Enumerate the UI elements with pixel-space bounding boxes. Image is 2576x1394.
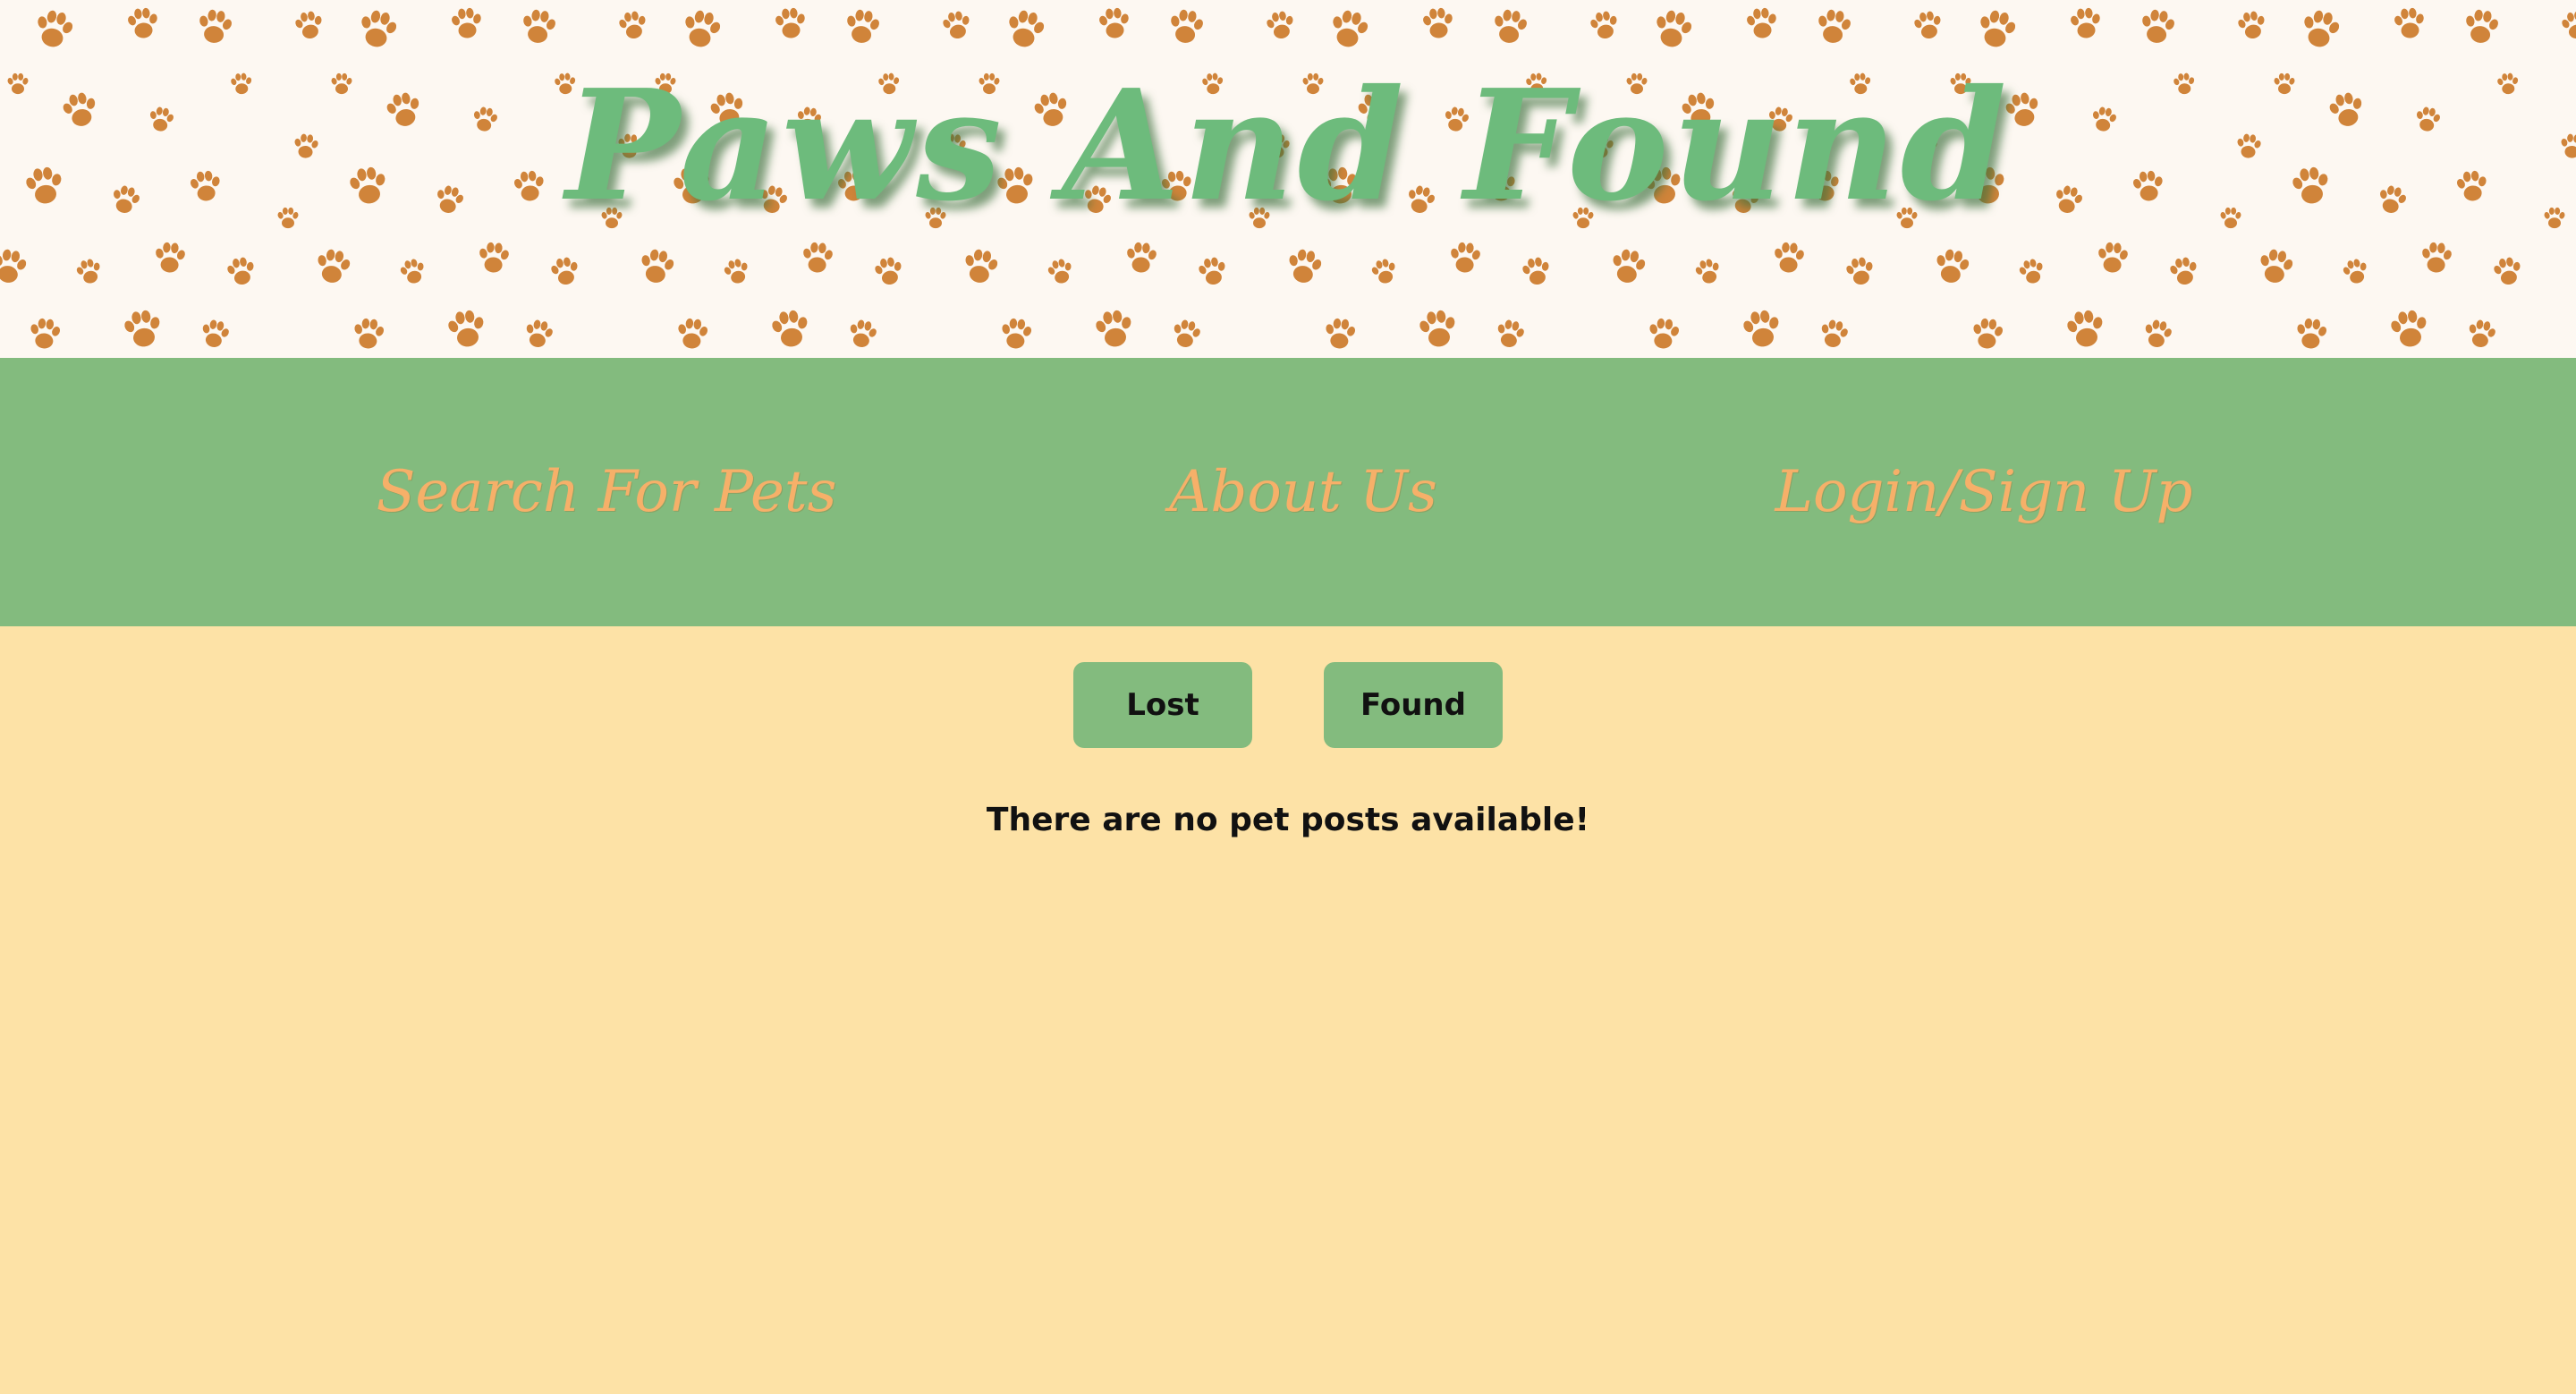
paw-print-icon xyxy=(1493,318,1528,351)
paw-print-icon xyxy=(225,255,258,287)
paw-print-icon xyxy=(940,9,974,41)
paw-print-icon xyxy=(1196,255,1230,287)
paw-print-icon xyxy=(1974,7,2020,51)
paw-print-icon xyxy=(1911,9,1945,41)
paw-print-icon xyxy=(355,7,401,51)
paw-print-icon xyxy=(195,7,235,46)
paw-print-icon xyxy=(1931,247,1972,286)
paw-print-icon xyxy=(2235,9,2269,41)
paw-print-icon xyxy=(1740,308,1784,350)
paw-print-icon xyxy=(1814,7,1854,46)
paw-print-icon xyxy=(2138,7,2178,46)
paw-print-icon xyxy=(1097,6,1132,39)
nav-search-for-pets[interactable]: Search For Pets xyxy=(377,358,837,626)
nav-login-sign-up[interactable]: Login/Sign Up xyxy=(1775,358,2193,626)
paw-print-icon xyxy=(679,7,724,51)
paw-print-icon xyxy=(1650,7,1696,51)
paw-print-icon xyxy=(773,6,809,39)
paw-print-icon xyxy=(1420,6,1456,39)
paw-print-icon xyxy=(2063,308,2107,350)
found-filter-button[interactable]: Found xyxy=(1324,662,1503,748)
paw-print-icon xyxy=(845,318,880,351)
paw-print-icon xyxy=(548,255,582,287)
nav-about-us[interactable]: About Us xyxy=(1169,358,1437,626)
paw-print-icon xyxy=(1045,256,1076,286)
paw-print-icon xyxy=(960,247,1001,286)
paw-print-icon xyxy=(1520,255,1554,287)
paw-print-icon xyxy=(2464,318,2499,351)
lost-filter-button[interactable]: Lost xyxy=(1073,662,1252,748)
paw-print-icon xyxy=(2255,247,2296,286)
main-content: Lost Found There are no pet posts availa… xyxy=(0,626,2576,1394)
paw-print-icon xyxy=(0,247,30,286)
paw-print-icon xyxy=(1284,247,1325,286)
paw-print-icon xyxy=(1166,7,1207,46)
paw-print-icon xyxy=(2419,242,2454,274)
paw-print-icon xyxy=(519,7,559,46)
paw-print-icon xyxy=(674,317,710,351)
paw-print-icon xyxy=(1772,242,1807,274)
paw-print-icon xyxy=(2491,255,2525,287)
paw-print-icon xyxy=(1607,247,1648,286)
paw-print-icon xyxy=(449,6,485,39)
paw-print-icon xyxy=(477,242,512,274)
paw-print-icon xyxy=(843,7,883,46)
paw-print-icon xyxy=(2462,7,2502,46)
paw-print-icon xyxy=(998,317,1034,351)
paw-print-icon xyxy=(0,9,3,41)
paw-print-icon xyxy=(125,6,161,39)
paw-print-icon xyxy=(2167,255,2201,287)
main-navigation: Search For Pets About Us Login/Sign Up xyxy=(0,358,2576,626)
paw-print-icon xyxy=(2387,308,2431,350)
paw-print-icon xyxy=(2096,242,2131,274)
paw-print-icon xyxy=(521,318,556,351)
paw-print-icon xyxy=(1003,7,1048,51)
paw-print-icon xyxy=(1322,317,1358,351)
paw-print-icon xyxy=(636,247,677,286)
paw-print-icon xyxy=(2068,6,2104,39)
paw-print-icon xyxy=(312,247,353,286)
paw-print-icon xyxy=(121,308,165,350)
paw-print-icon xyxy=(1326,7,1372,51)
paw-print-icon xyxy=(768,308,812,350)
paw-print-icon xyxy=(2392,6,2428,39)
site-title: Paws And Found xyxy=(565,56,2011,235)
paw-print-icon xyxy=(292,9,326,41)
paw-print-icon xyxy=(2298,7,2343,51)
paw-print-icon xyxy=(1692,256,1724,286)
paw-print-icon xyxy=(1646,317,1682,351)
paw-print-icon xyxy=(31,7,77,51)
paw-print-icon xyxy=(1368,256,1400,286)
paw-print-icon xyxy=(1169,318,1204,351)
paw-print-icon xyxy=(1124,242,1159,274)
paw-print-icon xyxy=(1843,255,1877,287)
paw-print-icon xyxy=(1817,318,1852,351)
paw-print-icon xyxy=(198,318,233,351)
paw-print-icon xyxy=(616,9,650,41)
paw-print-icon xyxy=(801,242,835,274)
paw-print-icon xyxy=(1092,308,1136,350)
paw-print-icon xyxy=(153,242,188,274)
paw-print-icon xyxy=(2016,256,2047,286)
paw-print-icon xyxy=(1264,9,1298,41)
paw-print-icon xyxy=(2559,9,2576,41)
paw-print-icon xyxy=(1490,7,1530,46)
paw-print-icon xyxy=(27,317,63,351)
paw-print-icon xyxy=(2293,317,2329,351)
paw-print-icon xyxy=(1416,308,1460,350)
paw-print-icon xyxy=(721,256,752,286)
paw-print-icon xyxy=(73,256,105,286)
paw-print-icon xyxy=(397,256,428,286)
paw-print-icon xyxy=(445,308,488,350)
empty-posts-message: There are no pet posts available! xyxy=(986,802,1590,838)
paw-print-icon xyxy=(1744,6,1780,39)
paw-print-icon xyxy=(351,317,386,351)
paw-print-icon xyxy=(872,255,906,287)
paw-print-icon xyxy=(1448,242,1483,274)
paw-print-icon xyxy=(1970,317,2005,351)
paw-print-icon xyxy=(2340,256,2371,286)
header-banner: Paws And Found xyxy=(0,0,2576,358)
paw-print-icon xyxy=(1588,9,1622,41)
paw-print-icon xyxy=(2140,318,2175,351)
